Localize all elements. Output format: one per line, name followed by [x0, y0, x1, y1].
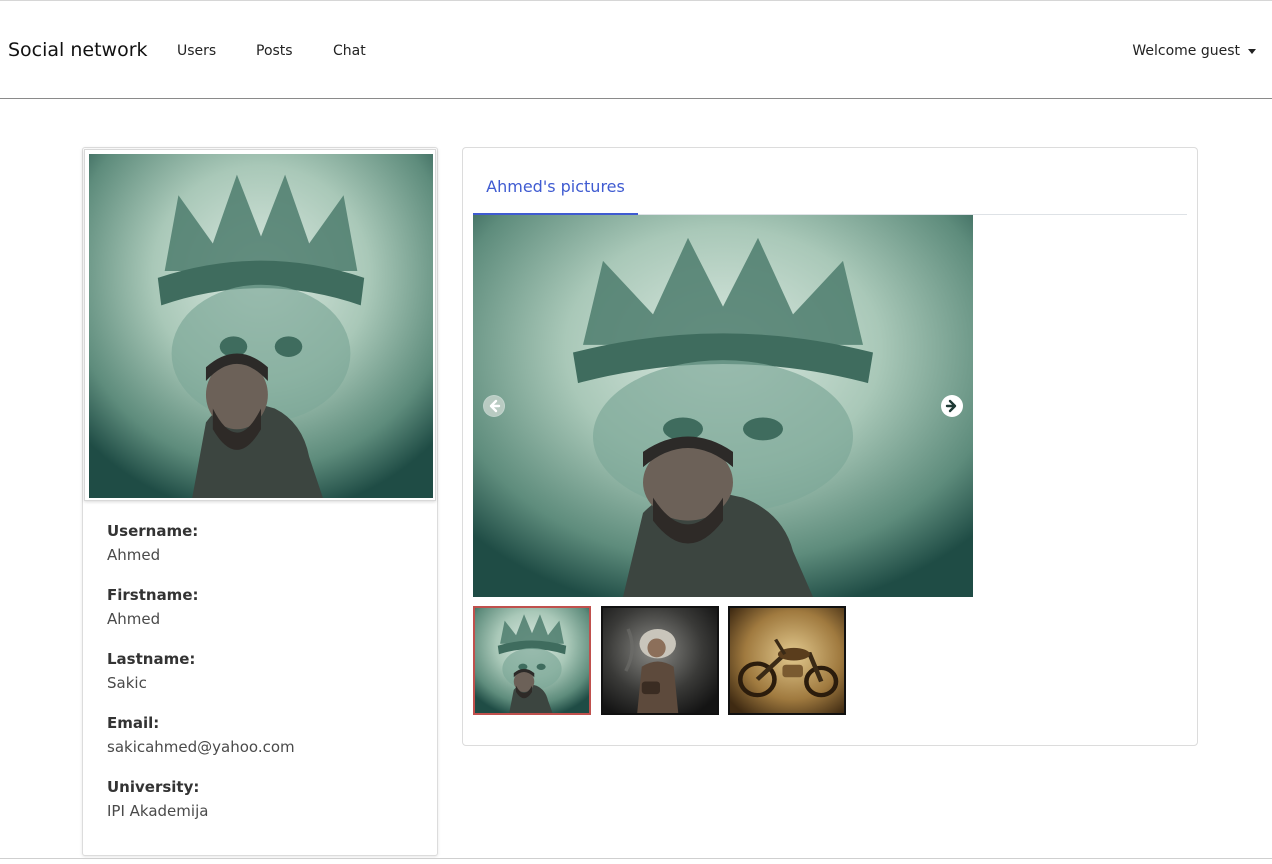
tab-pictures[interactable]: Ahmed's pictures — [473, 168, 638, 215]
motorcycle-thumbnail[interactable] — [728, 606, 846, 715]
nav-link-posts[interactable]: Posts — [256, 43, 293, 59]
username-field: Username: Ahmed — [107, 521, 198, 565]
carousel-next-button[interactable] — [941, 395, 963, 417]
carousel-image — [473, 215, 973, 597]
crown-portrait-thumbnail[interactable] — [473, 606, 591, 715]
email-value: sakicahmed@yahoo.com — [107, 738, 295, 756]
university-field: University: IPI Akademija — [107, 777, 208, 821]
firstname-value: Ahmed — [107, 610, 161, 628]
username-label: Username: — [107, 522, 199, 540]
nav-link-chat[interactable]: Chat — [333, 43, 366, 59]
caret-down-icon — [1248, 48, 1256, 54]
image-carousel — [473, 215, 973, 597]
carousel-prev-button[interactable] — [483, 395, 505, 417]
top-navbar: Social network Users Posts Chat Welcome … — [0, 0, 1272, 99]
arrow-left-circle-icon — [484, 396, 504, 416]
email-field: Email: sakicahmed@yahoo.com — [107, 713, 295, 757]
lastname-field: Lastname: Sakic — [107, 649, 195, 693]
email-label: Email: — [107, 714, 160, 732]
page-bottom-divider — [0, 858, 1272, 859]
lastname-value: Sakic — [107, 674, 147, 692]
username-value: Ahmed — [107, 546, 161, 564]
lastname-label: Lastname: — [107, 650, 196, 668]
firstname-label: Firstname: — [107, 586, 199, 604]
tab-bar: Ahmed's pictures — [473, 168, 1187, 215]
university-value: IPI Akademija — [107, 802, 209, 820]
university-label: University: — [107, 778, 200, 796]
profile-card: Username: Ahmed Firstname: Ahmed Lastnam… — [82, 147, 438, 856]
user-menu-dropdown[interactable]: Welcome guest — [1132, 43, 1256, 59]
brand-link[interactable]: Social network — [8, 39, 148, 61]
avatar-frame — [84, 149, 436, 501]
pictures-card: Ahmed's pictures — [462, 147, 1198, 746]
arrow-right-circle-icon — [942, 396, 962, 416]
nav-link-users[interactable]: Users — [177, 43, 216, 59]
firstname-field: Firstname: Ahmed — [107, 585, 199, 629]
profile-photo — [89, 154, 433, 498]
welcome-label: Welcome guest — [1132, 43, 1240, 59]
fighter-portrait-thumbnail[interactable] — [601, 606, 719, 715]
